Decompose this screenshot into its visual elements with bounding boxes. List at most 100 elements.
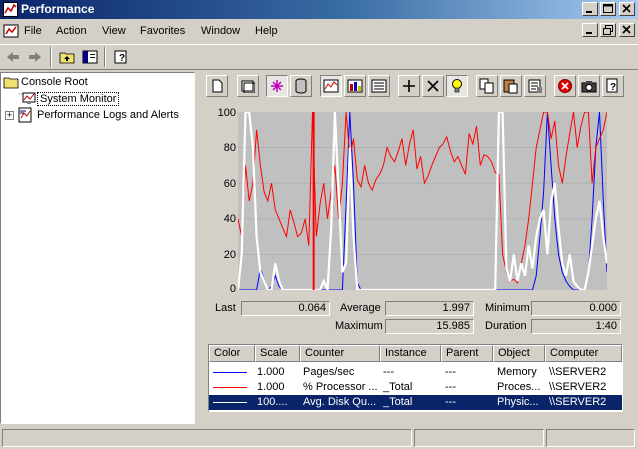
child-close-button[interactable] [619, 23, 635, 37]
show-hide-tree-button[interactable] [79, 46, 101, 68]
menu-file[interactable]: File [24, 25, 42, 37]
performance-logs-icon [18, 107, 32, 123]
counter-cell: % Processor ... [303, 381, 378, 393]
delete-counter-button[interactable] [422, 75, 444, 97]
y-tick-label: 100 [217, 107, 236, 119]
view-histogram-button[interactable] [344, 75, 366, 97]
console-icon[interactable] [3, 23, 19, 39]
help-button[interactable]: ? [110, 46, 132, 68]
svg-text:?: ? [119, 53, 125, 64]
tree-label: System Monitor [37, 92, 120, 106]
freeze-display-button[interactable] [554, 75, 576, 97]
duration-label: Duration [485, 320, 527, 332]
tree-item-console-root[interactable]: Console Root [3, 74, 90, 90]
monitor-toolbar: ? [198, 72, 635, 100]
expand-icon[interactable]: + [5, 110, 14, 120]
maximize-button[interactable] [600, 2, 616, 16]
performance-app-icon [3, 2, 18, 17]
column-header-scale[interactable]: Scale [255, 345, 300, 362]
status-panel [414, 429, 544, 447]
menu-view[interactable]: View [102, 25, 126, 37]
status-panel [2, 429, 412, 447]
instance-cell: _Total [383, 381, 413, 393]
main-toolbar: ? [0, 44, 638, 70]
tree-label: Console Root [21, 76, 88, 88]
duration-value: 1:40 [531, 319, 621, 334]
menu-action[interactable]: Action [56, 25, 87, 37]
minimum-value: 0.000 [531, 301, 621, 316]
status-bar [0, 427, 638, 449]
maximize-icon [603, 4, 613, 13]
up-folder-icon [59, 52, 75, 64]
scale-cell: 1.000 [257, 381, 285, 393]
new-counter-set-button[interactable] [206, 75, 228, 97]
view-current-activity-icon [271, 80, 283, 92]
column-header-computer[interactable]: Computer [545, 345, 622, 362]
column-header-object[interactable]: Object [493, 345, 545, 362]
column-header-instance[interactable]: Instance [380, 345, 441, 362]
legend-row-selected[interactable]: 100.... Avg. Disk Qu... _Total --- Physi… [209, 395, 622, 410]
close-icon [622, 25, 631, 34]
console-tree: Console Root System Monitor + Performanc… [0, 72, 195, 424]
performance-graph [238, 112, 607, 290]
system-monitor-icon [19, 92, 36, 104]
column-header-counter[interactable]: Counter [300, 345, 380, 362]
view-current-activity-button[interactable] [266, 75, 288, 97]
view-report-button[interactable] [368, 75, 390, 97]
computer-cell: \\SERVER2 [549, 396, 607, 408]
value-bar: Last 0.064 Average 1.997 Minimum 0.000 M… [198, 294, 635, 334]
computer-cell: \\SERVER2 [549, 381, 607, 393]
last-label: Last [215, 302, 236, 314]
menu-help[interactable]: Help [255, 25, 278, 37]
legend-row[interactable]: 1.000 % Processor ... _Total --- Proces.… [209, 380, 622, 395]
view-graph-button[interactable] [320, 75, 342, 97]
child-restore-button[interactable] [600, 23, 616, 37]
view-log-data-icon [295, 78, 307, 94]
tree-item-system-monitor[interactable]: System Monitor [19, 91, 120, 107]
maximum-value: 15.985 [385, 319, 474, 334]
tree-label: Performance Logs and Alerts [37, 109, 179, 121]
system-monitor-pane: ? 100 80 60 40 20 0 Last 0.064 Average 1… [198, 72, 635, 424]
add-counter-button[interactable] [398, 75, 420, 97]
menu-window[interactable]: Window [201, 25, 240, 37]
forward-button[interactable] [24, 46, 46, 68]
scale-cell: 100.... [257, 396, 288, 408]
svg-text:?: ? [610, 82, 616, 93]
column-header-parent[interactable]: Parent [441, 345, 493, 362]
menu-bar: File Action View Favorites Window Help [0, 20, 638, 42]
column-header-color[interactable]: Color [209, 345, 255, 362]
back-arrow-icon [7, 52, 19, 62]
y-tick-label: 80 [223, 142, 236, 154]
update-data-button[interactable] [578, 75, 600, 97]
folder-icon [3, 77, 19, 89]
properties-icon [528, 79, 542, 93]
help-button-monitor[interactable]: ? [602, 75, 624, 97]
parent-cell: --- [445, 396, 456, 408]
close-button[interactable] [619, 2, 635, 16]
average-label: Average [340, 302, 381, 314]
restore-icon [603, 25, 613, 35]
freeze-display-icon [558, 79, 572, 93]
menu-favorites[interactable]: Favorites [140, 25, 185, 37]
highlight-button[interactable] [446, 75, 468, 97]
instance-cell: _Total [383, 396, 413, 408]
minimize-icon [586, 11, 592, 13]
paste-counter-list-button[interactable] [500, 75, 522, 97]
minimize-button[interactable] [582, 2, 598, 16]
maximum-label: Maximum [335, 320, 383, 332]
child-minimize-button[interactable] [582, 23, 598, 37]
view-log-data-button[interactable] [290, 75, 312, 97]
up-one-level-button[interactable] [56, 46, 78, 68]
update-data-icon [581, 81, 597, 93]
highlight-icon [452, 79, 462, 93]
tree-item-performance-logs[interactable]: + Performance Logs and Alerts [5, 107, 181, 123]
parent-cell: --- [445, 381, 456, 393]
copy-properties-button[interactable] [476, 75, 498, 97]
minimize-icon [586, 32, 592, 34]
series-color-swatch [213, 402, 247, 403]
y-tick-label: 60 [223, 178, 236, 190]
properties-button[interactable] [524, 75, 546, 97]
back-button[interactable] [2, 46, 24, 68]
legend-row[interactable]: 1.000 Pages/sec --- --- Memory \\SERVER2 [209, 365, 622, 380]
clear-display-button[interactable] [237, 75, 259, 97]
